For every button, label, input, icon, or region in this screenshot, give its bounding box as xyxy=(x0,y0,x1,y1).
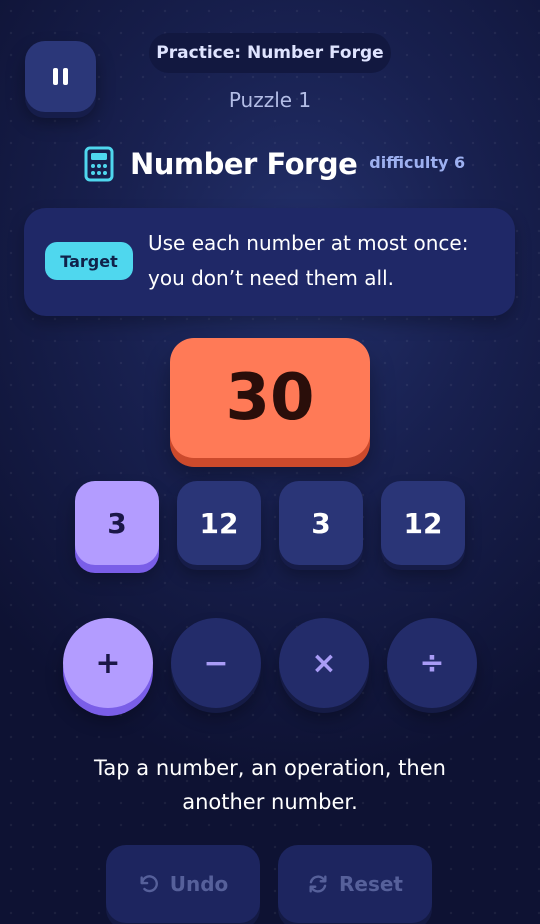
number-tile-4[interactable]: 12 xyxy=(381,481,465,565)
number-tile-1[interactable]: 3 xyxy=(75,481,159,565)
target-badge: Target xyxy=(45,242,133,280)
pause-icon-bar xyxy=(63,68,68,85)
reset-icon xyxy=(309,875,327,893)
title-row: Number Forge difficulty 6 xyxy=(84,145,465,183)
difficulty-label: difficulty 6 xyxy=(369,152,466,172)
plus-button[interactable]: + xyxy=(63,618,153,708)
calculator-icon xyxy=(84,146,114,182)
number-tile-3[interactable]: 3 xyxy=(279,481,363,565)
hint-text: Tap a number, an operation, then another… xyxy=(94,756,446,814)
minus-button[interactable]: − xyxy=(171,618,261,708)
undo-button[interactable]: Undo xyxy=(106,845,260,923)
target-number: 30 xyxy=(170,338,370,458)
reset-button[interactable]: Reset xyxy=(278,845,432,923)
undo-icon xyxy=(140,875,158,893)
undo-label: Undo xyxy=(169,872,229,896)
pause-icon xyxy=(53,68,58,85)
puzzle-label: Puzzle 1 xyxy=(228,88,312,112)
instructions-card: Target Use each number at most once: you… xyxy=(24,208,515,316)
divide-button[interactable]: ÷ xyxy=(387,618,477,708)
instructions-text: Use each number at most once: you don’t … xyxy=(148,231,469,290)
number-tile-2[interactable]: 12 xyxy=(177,481,261,565)
reset-label: Reset xyxy=(339,872,403,896)
page-title: Number Forge xyxy=(130,147,358,181)
practice-label: Practice: Number Forge xyxy=(149,33,391,73)
multiply-button[interactable]: × xyxy=(279,618,369,708)
